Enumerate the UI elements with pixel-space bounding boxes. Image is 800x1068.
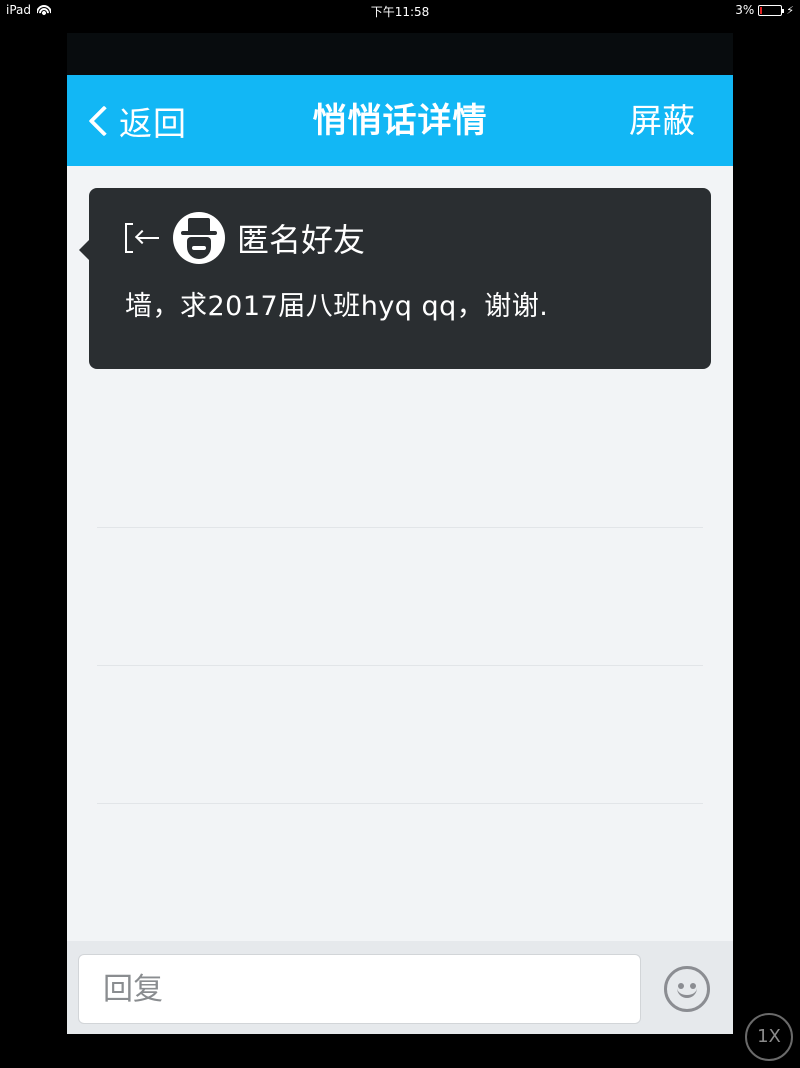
status-time: 下午11:58 bbox=[370, 5, 430, 19]
battery-icon bbox=[758, 4, 785, 16]
list-divider bbox=[97, 665, 703, 666]
status-bar: iPad 下午11:58 3% ⚡ bbox=[0, 0, 800, 22]
app-window: 返回 悄悄话详情 屏蔽 匿名好友 墙，求2017届八班hyq qq，谢谢. bbox=[67, 33, 733, 1034]
list-divider bbox=[97, 803, 703, 804]
exit-arrow-icon[interactable] bbox=[123, 223, 161, 253]
whisper-message-card: 匿名好友 墙，求2017届八班hyq qq，谢谢. bbox=[79, 188, 711, 369]
block-button[interactable]: 屏蔽 bbox=[629, 99, 695, 143]
reply-bar bbox=[67, 941, 733, 1034]
charging-icon: ⚡ bbox=[786, 3, 794, 17]
whisper-header: 匿名好友 bbox=[123, 212, 365, 264]
battery-percent: 3% bbox=[735, 3, 755, 17]
nav-bar: 返回 悄悄话详情 屏蔽 bbox=[67, 75, 733, 166]
reply-input[interactable] bbox=[78, 954, 641, 1024]
sender-name: 匿名好友 bbox=[237, 221, 366, 259]
content-area: 匿名好友 墙，求2017届八班hyq qq，谢谢. bbox=[67, 166, 733, 941]
zoom-1x-button[interactable]: 1X bbox=[745, 1013, 793, 1061]
whisper-message-text: 墙，求2017届八班hyq qq，谢谢. bbox=[125, 291, 549, 322]
status-right: 3% ⚡ bbox=[735, 3, 794, 17]
smiley-face-icon[interactable] bbox=[664, 966, 710, 1012]
list-divider bbox=[97, 527, 703, 528]
anonymous-avatar-icon bbox=[173, 212, 225, 264]
app-top-strip bbox=[67, 33, 733, 75]
